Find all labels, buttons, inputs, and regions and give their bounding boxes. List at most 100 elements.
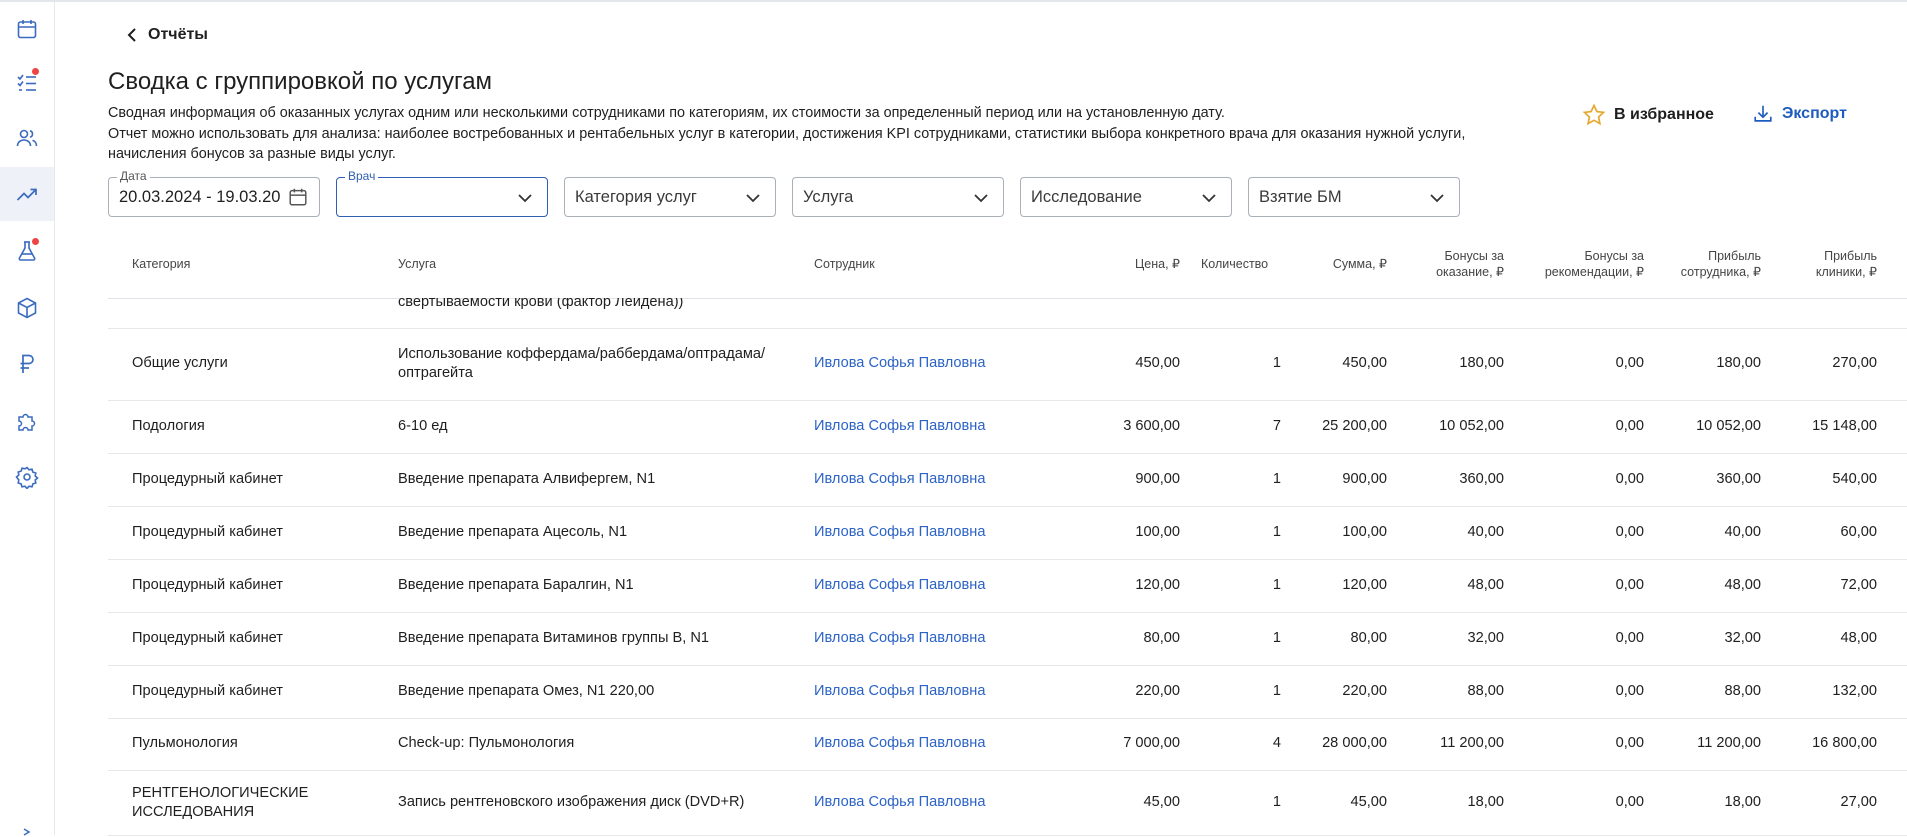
service-cell-line: Введение препарата Ацесоль, N1	[398, 524, 628, 540]
service-cell: свертываемости крови (фактор Лейдена))	[398, 298, 684, 310]
notification-dot	[32, 238, 39, 245]
profit-clinic-cell-line: 540,00	[1832, 471, 1877, 487]
biomaterial-select[interactable]: Взятие БМ	[1248, 177, 1460, 217]
favorite-label: В избранное	[1614, 106, 1714, 123]
export-button[interactable]: Экспорт	[1752, 103, 1847, 125]
header-bonus-service[interactable]: Бонусы за оказание, ₽	[1394, 249, 1504, 280]
sidebar-item-reports[interactable]	[0, 167, 54, 221]
calendar-icon[interactable]	[287, 186, 309, 208]
scrollbar[interactable]	[1897, 298, 1907, 835]
price-cell-line: 80,00	[1143, 630, 1180, 646]
price-cell-line: 900,00	[1135, 471, 1180, 487]
employee-link[interactable]: Ивлова Софья Павловна	[814, 576, 985, 595]
bonus-recommendation-cell: 0,00	[1508, 470, 1644, 489]
page-title: Сводка с группировкой по услугам	[108, 68, 493, 95]
table-row[interactable]: Процедурный кабинет Введение препарата Ом…	[108, 665, 1907, 719]
employee-link[interactable]: Ивлова Софья Павловна	[814, 682, 985, 701]
sidebar-item-integrations[interactable]	[0, 394, 54, 448]
header-employee[interactable]: Сотрудник	[814, 257, 875, 273]
sidebar-item-tasks[interactable]	[0, 56, 54, 110]
employee-link[interactable]: Ивлова Софья Павловна	[814, 629, 985, 648]
service-category-select[interactable]: Категория услуг	[564, 177, 776, 217]
sidebar-item-users[interactable]	[0, 111, 54, 165]
sum-cell: 450,00	[1288, 354, 1387, 373]
sidebar-item-calendar[interactable]	[0, 2, 54, 56]
bonus-recommendation-cell-line: 0,00	[1615, 683, 1644, 699]
profit-clinic-cell: 60,00	[1768, 523, 1877, 542]
add-to-favorites-button[interactable]: В избранное	[1582, 103, 1714, 127]
table-row[interactable]: Процедурный кабинет Введение препарата Ац…	[108, 506, 1907, 560]
employee-link[interactable]: Ивлова Софья Павловна	[814, 734, 985, 753]
quantity-cell-line: 1	[1272, 630, 1281, 646]
bonus-service-cell: 10 052,00	[1394, 417, 1504, 436]
table-row[interactable]: Пульмонология Check-up: Пульмонология Ивло…	[108, 717, 1907, 771]
header-sum[interactable]: Сумма, ₽	[1288, 257, 1387, 273]
employee-link-line: Ивлова Софья Павловна	[814, 524, 986, 540]
price-cell: 120,00	[1108, 576, 1180, 595]
table-row[interactable]: Общие услуги Использование коффердама/раб…	[108, 328, 1907, 401]
sidebar-item-lab[interactable]	[0, 224, 54, 278]
price-cell: 7 000,00	[1108, 734, 1180, 753]
star-icon	[1582, 103, 1606, 126]
bonus-recommendation-cell: 0,00	[1508, 417, 1644, 436]
export-label: Экспорт	[1782, 105, 1847, 122]
employee-link[interactable]: Ивлова Софья Павловна	[814, 793, 985, 812]
bonus-recommendation-cell-line: 0,00	[1615, 355, 1644, 371]
header-quantity[interactable]: Количество	[1201, 257, 1268, 273]
service-cell-line: Запись рентгеновского изображения диск (…	[398, 794, 745, 810]
table-row[interactable]: Подология 6-10 ед Ивлова Софья Павловна 3 6…	[108, 400, 1907, 454]
employee-link[interactable]: Ивлова Софья Павловна	[814, 417, 985, 436]
quantity-cell: 1	[1188, 576, 1281, 595]
bonus-recommendation-cell-line: 0,00	[1615, 735, 1644, 751]
back-link[interactable]: Отчёты	[126, 26, 208, 44]
bonus-recommendation-cell-line: 0,00	[1615, 630, 1644, 646]
employee-link[interactable]: Ивлова Софья Павловна	[814, 470, 985, 489]
chevron-down-icon	[1430, 194, 1444, 203]
bonus-recommendation-cell: 0,00	[1508, 793, 1644, 812]
sum-cell-line: 220,00	[1342, 683, 1387, 699]
header-price[interactable]: Цена, ₽	[1108, 257, 1180, 273]
profit-clinic-cell-line: 132,00	[1832, 683, 1877, 699]
sidebar-item-finance[interactable]	[0, 337, 54, 391]
header-service[interactable]: Услуга	[398, 257, 436, 273]
table-row[interactable]: свертываемости крови (фактор Лейдена))	[108, 298, 1907, 329]
quantity-cell-line: 1	[1272, 524, 1281, 540]
category-cell: Пульмонология	[132, 734, 238, 753]
page-description: Сводная информация об оказанных услугах …	[108, 103, 1548, 165]
quantity-cell: 1	[1188, 470, 1281, 489]
profit-employee-cell: 40,00	[1653, 523, 1761, 542]
table-row[interactable]: Процедурный кабинет Введение препарата Ви…	[108, 612, 1907, 666]
expand-sidebar-icon[interactable]	[22, 827, 32, 837]
sum-cell-line: 120,00	[1342, 577, 1387, 593]
sidebar-item-settings[interactable]	[0, 450, 54, 504]
employee-link[interactable]: Ивлова Софья Павловна	[814, 354, 985, 373]
price-cell-line: 450,00	[1135, 355, 1180, 371]
header-line: Бонусы за	[1584, 249, 1644, 263]
header-profit-clinic[interactable]: Прибыль клиники, ₽	[1768, 249, 1877, 280]
sum-cell: 45,00	[1288, 793, 1387, 812]
sum-cell: 100,00	[1288, 523, 1387, 542]
bonus-service-cell: 48,00	[1394, 576, 1504, 595]
header-bonus-recommendation[interactable]: Бонусы за рекомендации, ₽	[1508, 249, 1644, 280]
doctor-select[interactable]: Врач	[336, 169, 548, 217]
date-range-field[interactable]: Дата 20.03.2024 - 19.03.2025	[108, 169, 320, 217]
research-select[interactable]: Исследование	[1020, 177, 1232, 217]
top-border	[0, 0, 1907, 2]
bonus-service-cell: 40,00	[1394, 523, 1504, 542]
price-cell: 3 600,00	[1108, 417, 1180, 436]
header-category[interactable]: Категория	[132, 257, 190, 273]
price-cell: 80,00	[1108, 629, 1180, 648]
service-cell-line: оптрагейта	[398, 365, 473, 381]
employee-link[interactable]: Ивлова Софья Павловна	[814, 523, 985, 542]
table-row[interactable]: Процедурный кабинет Введение препарата Ал…	[108, 453, 1907, 507]
service-cell: Check-up: Пульмонология	[398, 734, 574, 753]
service-select[interactable]: Услуга	[792, 177, 1004, 217]
category-cell: Общие услуги	[132, 354, 228, 373]
table-row[interactable]: РЕНТГЕНОЛОГИЧЕСКИЕ ИССЛЕДОВАНИЯ Запись рен…	[108, 770, 1907, 836]
employee-link-line: Ивлова Софья Павловна	[814, 735, 986, 751]
price-cell: 450,00	[1108, 354, 1180, 373]
sidebar-item-warehouse[interactable]	[0, 281, 54, 335]
table-row[interactable]: Процедурный кабинет Введение препарата Ба…	[108, 559, 1907, 613]
header-profit-employee[interactable]: Прибыль сотрудника, ₽	[1653, 249, 1761, 280]
profit-employee-cell: 88,00	[1653, 682, 1761, 701]
